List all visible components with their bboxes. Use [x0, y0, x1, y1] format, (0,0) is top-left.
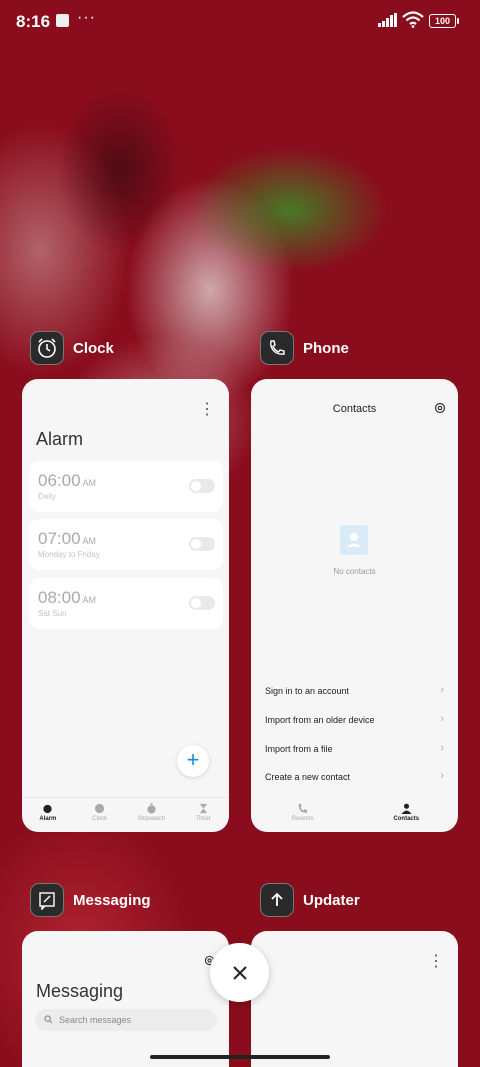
- clock-app-header[interactable]: Clock: [30, 331, 114, 365]
- clock-app-card[interactable]: ⋮ Alarm 06:00 AM Daily 07:00 AM Monday to …: [22, 379, 229, 832]
- empty-contacts-icon: [340, 525, 368, 555]
- menu-item-label: Sign in to an account: [265, 686, 350, 696]
- chevron-right-icon: ›: [440, 770, 444, 782]
- chevron-right-icon: ›: [440, 684, 444, 696]
- updater-app-card[interactable]: ⋮: [251, 931, 458, 1067]
- search-icon: [44, 1015, 53, 1024]
- sign-in-item[interactable]: Sign in to an account ›: [265, 684, 444, 696]
- phone-app-name: Phone: [303, 339, 349, 357]
- alarm-time: 07:00 AM: [38, 529, 97, 548]
- tab-clock[interactable]: Clock: [74, 798, 126, 832]
- menu-item-label: Import from an older device: [265, 715, 375, 725]
- settings-icon[interactable]: [434, 402, 446, 414]
- tab-label: Clock: [92, 816, 108, 822]
- messaging-app-name: Messaging: [73, 891, 151, 909]
- alarm-toggle[interactable]: [189, 537, 215, 551]
- phone-icon: [298, 803, 308, 813]
- stopwatch-icon: [147, 803, 156, 814]
- wifi-icon: [402, 11, 424, 28]
- messaging-app-card[interactable]: Messaging Search messages: [22, 931, 229, 1067]
- search-placeholder: Search messages: [59, 1015, 132, 1025]
- search-input[interactable]: Search messages: [35, 1009, 217, 1031]
- tab-timer[interactable]: Timer: [177, 798, 229, 832]
- contacts-title: Contacts: [332, 403, 377, 415]
- updater-app-name: Updater: [303, 891, 360, 909]
- tab-contacts[interactable]: Contacts: [355, 798, 459, 832]
- tab-label: Contacts: [393, 816, 420, 822]
- status-time: 8:16: [16, 12, 51, 31]
- more-options-icon[interactable]: ⋮: [199, 399, 215, 419]
- alarm-repeat: Monday to Friday: [38, 550, 100, 559]
- alarm-row[interactable]: 06:00 AM Daily: [29, 461, 223, 512]
- import-file-item[interactable]: Import from a file ›: [265, 742, 444, 754]
- tab-stopwatch[interactable]: Stopwatch: [126, 798, 178, 832]
- create-contact-item[interactable]: Create a new contact ›: [265, 770, 444, 782]
- close-icon: [232, 965, 247, 980]
- alarm-toggle[interactable]: [189, 479, 215, 493]
- alarm-row[interactable]: 08:00 AM Sat Sun: [29, 578, 223, 629]
- clear-all-button[interactable]: [210, 943, 269, 1002]
- phone-app-card[interactable]: Contacts No contacts Sign in to an accou…: [251, 379, 458, 832]
- messaging-app-header[interactable]: Messaging: [30, 883, 151, 917]
- phone-app-header[interactable]: Phone: [260, 331, 349, 365]
- hourglass-icon: [199, 803, 207, 814]
- tab-label: Stopwatch: [137, 816, 166, 822]
- alarm-title: Alarm: [36, 429, 84, 449]
- more-notifications-icon: ···: [77, 9, 96, 26]
- menu-item-label: Import from a file: [265, 744, 333, 754]
- clock-bottom-nav: Alarm Clock Stopwatch Timer: [22, 797, 229, 832]
- messaging-app-icon: [30, 883, 64, 917]
- tab-label: Recents: [291, 816, 314, 822]
- alarm-repeat: Daily: [38, 492, 56, 501]
- alarm-toggle[interactable]: [189, 596, 215, 610]
- signal-icon: [378, 13, 397, 27]
- alarm-repeat: Sat Sun: [38, 609, 67, 618]
- import-old-device-item[interactable]: Import from an older device ›: [265, 713, 444, 725]
- updater-app-header[interactable]: Updater: [260, 883, 360, 917]
- more-options-icon[interactable]: ⋮: [428, 951, 444, 971]
- messaging-title: Messaging: [36, 981, 124, 1001]
- battery-icon: 100: [429, 14, 459, 28]
- add-alarm-button[interactable]: +: [177, 745, 209, 777]
- tab-label: Alarm: [39, 816, 57, 822]
- alarm-time: 06:00 AM: [38, 471, 97, 490]
- clock-app-icon: [30, 331, 64, 365]
- tab-recents[interactable]: Recents: [251, 798, 355, 832]
- phone-bottom-nav: Recents Contacts: [251, 798, 458, 832]
- tab-label: Timer: [195, 816, 211, 822]
- person-icon: [401, 803, 412, 814]
- alarm-row[interactable]: 07:00 AM Monday to Friday: [29, 519, 223, 570]
- phone-app-icon: [260, 331, 294, 365]
- notification-icon: [56, 14, 69, 27]
- home-indicator[interactable]: [150, 1055, 330, 1059]
- tab-alarm[interactable]: Alarm: [22, 798, 74, 832]
- clock-icon: [95, 803, 105, 814]
- empty-contacts-text: No contacts: [333, 567, 376, 576]
- alarm-icon: [43, 804, 52, 814]
- menu-item-label: Create a new contact: [265, 772, 351, 782]
- updater-app-icon: [260, 883, 294, 917]
- chevron-right-icon: ›: [440, 742, 444, 754]
- alarm-time: 08:00 AM: [38, 588, 97, 607]
- clock-app-name: Clock: [73, 339, 114, 357]
- chevron-right-icon: ›: [440, 713, 444, 725]
- status-bar: 8:16 ··· 100: [0, 0, 480, 44]
